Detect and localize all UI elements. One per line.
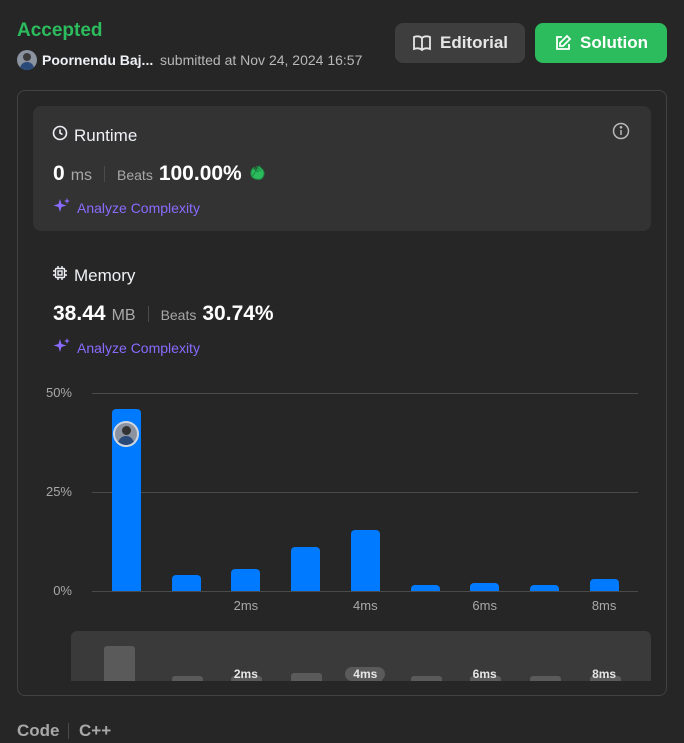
- author-name[interactable]: Poornendu Baj...: [42, 52, 153, 68]
- y-tick-label: 25%: [45, 484, 72, 499]
- memory-title[interactable]: Memory: [52, 265, 135, 286]
- mini-bar: [291, 672, 323, 681]
- runtime-title-text: Runtime: [74, 125, 138, 145]
- chart-bar[interactable]: [470, 583, 500, 591]
- y-tick-label: 50%: [45, 385, 72, 400]
- memory-beats-label: Beats: [160, 307, 197, 323]
- author-avatar[interactable]: [17, 50, 37, 70]
- x-tick-label: 2ms: [233, 598, 259, 613]
- mini-bar: [104, 646, 135, 681]
- memory-unit: MB: [111, 307, 136, 324]
- clock-icon: [52, 125, 68, 146]
- mini-bar: [529, 676, 561, 681]
- chip-icon: [52, 265, 68, 286]
- clapping-hands-icon: [248, 163, 268, 186]
- chart-bar[interactable]: [171, 575, 201, 591]
- memory-value: 38.44: [53, 302, 106, 325]
- memory-title-text: Memory: [74, 265, 136, 285]
- x-tick-label: 8ms: [591, 598, 617, 613]
- chart-bar[interactable]: [589, 579, 619, 591]
- chart-bar[interactable]: [291, 547, 321, 591]
- runtime-beats-value: 100.00%: [158, 162, 242, 185]
- divider: [104, 166, 106, 182]
- submission-status: Accepted: [17, 20, 103, 41]
- divider: [147, 306, 149, 322]
- chart-bar[interactable]: [410, 585, 440, 591]
- code-tab[interactable]: Code: [17, 721, 60, 741]
- submitted-timestamp: submitted at Nov 24, 2024 16:57: [160, 52, 363, 68]
- gridline: [92, 393, 638, 394]
- info-icon[interactable]: [612, 122, 630, 145]
- mini-bar: [410, 676, 442, 681]
- language-label: C++: [79, 721, 112, 740]
- solution-label: Solution: [580, 33, 648, 52]
- gridline: [92, 492, 638, 493]
- runtime-analyze-complexity[interactable]: Analyze Complexity: [53, 197, 200, 218]
- y-tick-label: 0%: [53, 583, 72, 598]
- runtime-value-row: 0 ms Beats 100.00%: [53, 162, 268, 186]
- memory-analyze-complexity[interactable]: Analyze Complexity: [53, 337, 200, 358]
- chart-bar[interactable]: [231, 569, 261, 591]
- edit-icon: [554, 34, 572, 52]
- sparkle-icon: [53, 197, 71, 218]
- chart-bar[interactable]: [529, 585, 559, 591]
- analyze-label: Analyze Complexity: [77, 339, 200, 356]
- runtime-unit: ms: [70, 167, 93, 184]
- sparkle-icon: [53, 337, 71, 358]
- x-tick-label: 6ms: [472, 598, 497, 613]
- memory-beats-value: 30.74%: [202, 302, 274, 325]
- runtime-title: Runtime: [52, 125, 137, 146]
- solution-button[interactable]: Solution: [535, 23, 667, 63]
- analyze-label: Analyze Complexity: [77, 199, 200, 216]
- chart-range-navigator[interactable]: 2ms 4ms 6ms 8ms: [71, 631, 651, 681]
- runtime-beats-label: Beats: [117, 167, 153, 183]
- mini-bar: [171, 676, 203, 681]
- editorial-label: Editorial: [439, 33, 508, 52]
- gridline: [92, 591, 638, 592]
- editorial-button[interactable]: Editorial: [395, 23, 525, 63]
- mini-x-tick-label: 2ms: [233, 667, 258, 681]
- runtime-value: 0: [53, 162, 65, 185]
- divider: [68, 723, 69, 739]
- mini-x-tick-label: 8ms: [592, 667, 617, 681]
- your-submission-avatar: [113, 420, 139, 447]
- x-tick-label: 4ms: [353, 598, 378, 613]
- mini-x-tick-label: 6ms: [472, 667, 497, 681]
- book-icon: [412, 34, 432, 52]
- chart-bar[interactable]: [350, 529, 380, 591]
- mini-x-tick-label: 4ms: [345, 667, 386, 681]
- memory-value-row: 38.44 MB Beats 30.74%: [53, 302, 274, 326]
